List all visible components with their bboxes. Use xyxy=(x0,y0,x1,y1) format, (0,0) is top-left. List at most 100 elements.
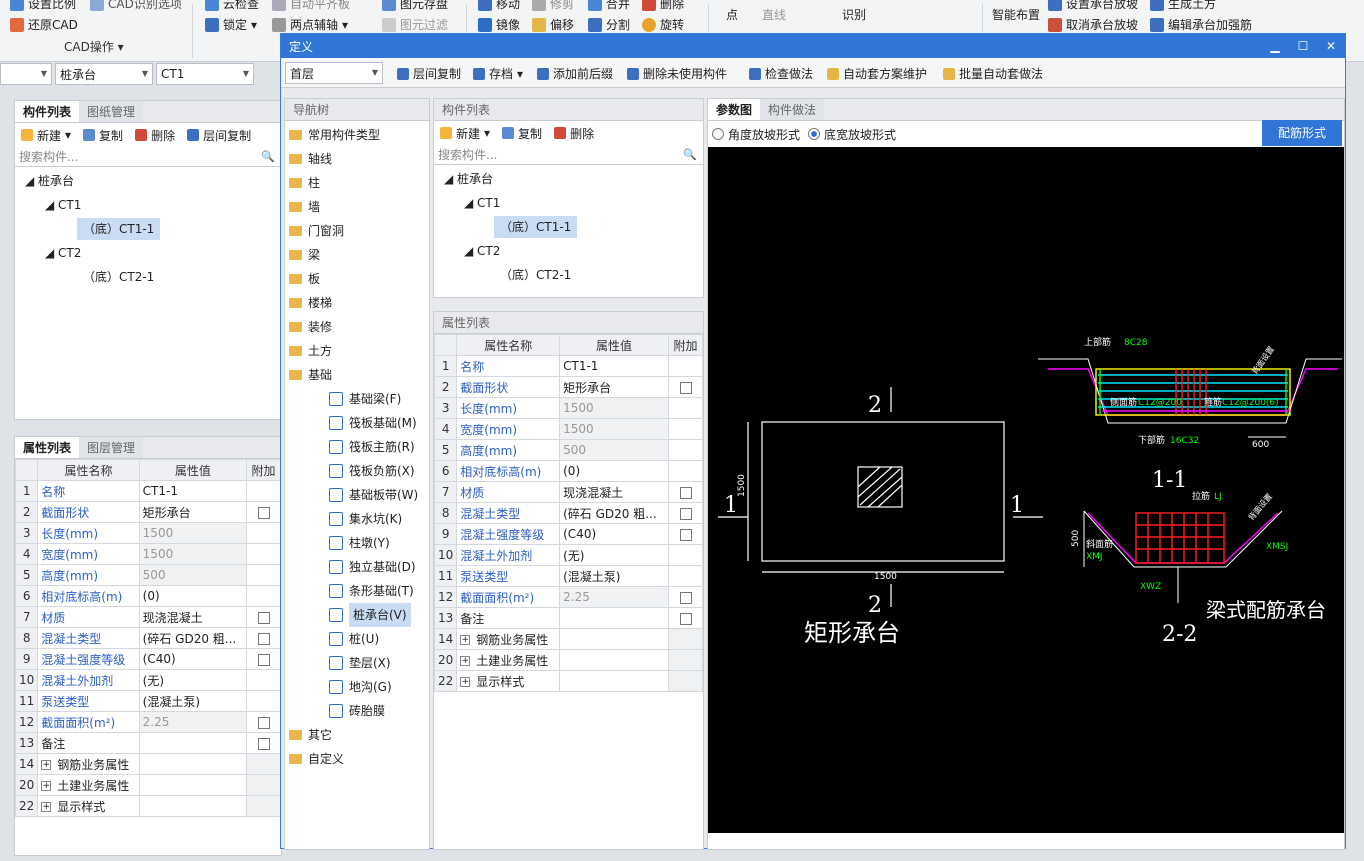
property-value[interactable]: 矩形承台 xyxy=(138,501,248,523)
tab-drawing-manage[interactable]: 图纸管理 xyxy=(79,101,144,122)
close-icon[interactable]: ✕ xyxy=(1317,34,1345,58)
set-scale-button[interactable]: 设置比例 xyxy=(10,0,76,12)
property-row[interactable]: 3 长度(mm) 1500 xyxy=(14,522,281,544)
nav-item[interactable]: 土方 xyxy=(289,339,429,363)
component-search-input[interactable]: 搜索构件... 🔍 xyxy=(15,147,281,167)
nav-sub-item[interactable]: 砖胎膜 xyxy=(289,699,429,723)
property-row[interactable]: 4 宽度(mm) 1500 xyxy=(14,543,281,565)
property-value[interactable]: (无) xyxy=(559,544,669,566)
tree-node-selected[interactable]: （底）CT1-1 xyxy=(434,215,703,239)
property-value[interactable]: 1500 xyxy=(559,418,669,440)
property-value[interactable]: 现浇混凝土 xyxy=(559,481,669,503)
property-value[interactable]: (无) xyxy=(138,669,248,691)
property-value[interactable]: (C40) xyxy=(559,523,669,545)
property-value[interactable] xyxy=(138,774,248,796)
property-row[interactable]: 11 泵送类型 (混凝土泵) xyxy=(433,565,703,587)
generate-earth-button[interactable]: 生成土方 xyxy=(1150,0,1216,12)
cancel-slope-button[interactable]: 取消承台放坡 xyxy=(1048,16,1138,33)
nav-sub-item[interactable]: 桩(U) xyxy=(289,627,429,651)
delete-unused-button[interactable]: 删除未使用构件 xyxy=(627,65,727,82)
property-row[interactable]: 20 + 土建业务属性 xyxy=(14,774,281,796)
property-row[interactable]: 12 截面面积(m²) 2.25 xyxy=(433,586,703,608)
property-value[interactable] xyxy=(559,607,669,629)
move-button[interactable]: 移动 xyxy=(478,0,520,12)
nav-sub-item[interactable]: 集水坑(K) xyxy=(289,507,429,531)
expand-icon[interactable]: + xyxy=(460,635,471,645)
set-slope-button[interactable]: 设置承台放坡 xyxy=(1048,0,1138,12)
property-value[interactable]: 2.25 xyxy=(138,711,248,733)
add-prefix-button[interactable]: 添加前后缀 xyxy=(537,65,613,82)
checkbox[interactable] xyxy=(679,612,692,625)
checkbox[interactable] xyxy=(679,591,692,604)
property-value[interactable] xyxy=(559,649,669,671)
cad-options-button[interactable]: CAD识别选项 xyxy=(90,0,182,12)
property-row[interactable]: 13 备注 xyxy=(14,732,281,754)
property-row[interactable]: 9 混凝土强度等级 (C40) xyxy=(14,648,281,670)
nav-sub-item[interactable]: 条形基础(T) xyxy=(289,579,429,603)
auto-align-button[interactable]: 自动平齐板 xyxy=(272,0,350,12)
cad-ops-group[interactable]: CAD操作 ▾ xyxy=(64,38,124,55)
property-row[interactable]: 14 + 钢筋业务属性 xyxy=(433,628,703,650)
tab-layer-manage[interactable]: 图层管理 xyxy=(79,437,144,458)
property-value[interactable]: 500 xyxy=(559,439,669,461)
name-select[interactable]: CT1 ▼ xyxy=(156,63,254,85)
nav-sub-item[interactable]: 基础板带(W) xyxy=(289,483,429,507)
nav-item[interactable]: 基础 xyxy=(289,363,429,387)
two-point-axis-button[interactable]: 两点辅轴 ▾ xyxy=(272,16,348,33)
offset-button[interactable]: 偏移 xyxy=(532,16,574,33)
property-value[interactable]: (0) xyxy=(559,460,669,482)
checkbox[interactable] xyxy=(679,507,692,520)
maximize-icon[interactable]: ☐ xyxy=(1289,34,1317,58)
property-value[interactable]: 矩形承台 xyxy=(559,376,669,398)
auto-scheme-button[interactable]: 自动套方案维护 xyxy=(827,65,927,82)
point-button[interactable]: 点 xyxy=(726,6,738,23)
dialog-floor-select[interactable]: 首层 ▼ xyxy=(285,62,383,84)
nav-item[interactable]: 板 xyxy=(289,267,429,291)
type-select[interactable]: 桩承台 ▼ xyxy=(55,63,153,85)
nav-sub-item[interactable]: 基础梁(F) xyxy=(289,387,429,411)
checkbox[interactable] xyxy=(679,528,692,541)
property-row[interactable]: 8 混凝土类型 (碎石 GD20 粗... xyxy=(433,502,703,524)
floor-select[interactable]: ▼ xyxy=(0,63,52,85)
property-value[interactable]: CT1-1 xyxy=(138,480,248,502)
nav-sub-item[interactable]: 地沟(G) xyxy=(289,675,429,699)
property-value[interactable]: (混凝土泵) xyxy=(559,565,669,587)
tree-node[interactable]: ◢ CT2 xyxy=(434,239,703,263)
new-button[interactable]: 新建 ▾ xyxy=(21,127,71,144)
property-row[interactable]: 7 材质 现浇混凝土 xyxy=(14,606,281,628)
property-row[interactable]: 13 备注 xyxy=(433,607,703,629)
nav-item[interactable]: 自定义 xyxy=(289,747,429,771)
checkbox[interactable] xyxy=(257,653,270,666)
property-extra[interactable] xyxy=(246,606,281,628)
smart-layout-button[interactable]: 智能布置 xyxy=(992,6,1040,23)
property-row[interactable]: 8 混凝土类型 (碎石 GD20 粗... xyxy=(14,627,281,649)
save-element-button[interactable]: 图元存盘 xyxy=(382,0,448,12)
nav-item[interactable]: 梁 xyxy=(289,243,429,267)
property-value[interactable]: 1500 xyxy=(138,522,248,544)
property-row[interactable]: 2 截面形状 矩形承台 xyxy=(433,376,703,398)
tree-node[interactable]: （底）CT2-1 xyxy=(434,263,703,287)
property-row[interactable]: 7 材质 现浇混凝土 xyxy=(433,481,703,503)
property-extra[interactable] xyxy=(246,732,281,754)
checkbox[interactable] xyxy=(257,737,270,750)
property-value[interactable]: 现浇混凝土 xyxy=(138,606,248,628)
dialog-component-search[interactable]: 搜索构件... 🔍 xyxy=(434,145,703,165)
property-value[interactable]: 500 xyxy=(138,564,248,586)
property-extra[interactable] xyxy=(246,501,281,523)
property-row[interactable]: 1 名称 CT1-1 xyxy=(433,355,703,377)
expand-icon[interactable]: + xyxy=(41,760,52,770)
tree-node[interactable]: ◢ CT2 xyxy=(15,241,281,265)
property-value[interactable]: (混凝土泵) xyxy=(138,690,248,712)
copy-button[interactable]: 复制 xyxy=(83,127,123,144)
property-row[interactable]: 11 泵送类型 (混凝土泵) xyxy=(14,690,281,712)
property-row[interactable]: 9 混凝土强度等级 (C40) xyxy=(433,523,703,545)
nav-item[interactable]: 装修 xyxy=(289,315,429,339)
rotate-button[interactable]: 旋转 xyxy=(642,16,684,33)
property-row[interactable]: 6 相对底标高(m) (0) xyxy=(433,460,703,482)
property-extra[interactable] xyxy=(668,481,703,503)
property-row[interactable]: 6 相对底标高(m) (0) xyxy=(14,585,281,607)
property-row[interactable]: 10 混凝土外加剂 (无) xyxy=(433,544,703,566)
property-extra[interactable] xyxy=(668,607,703,629)
property-value[interactable]: (碎石 GD20 粗... xyxy=(559,502,669,524)
property-extra[interactable] xyxy=(246,711,281,733)
